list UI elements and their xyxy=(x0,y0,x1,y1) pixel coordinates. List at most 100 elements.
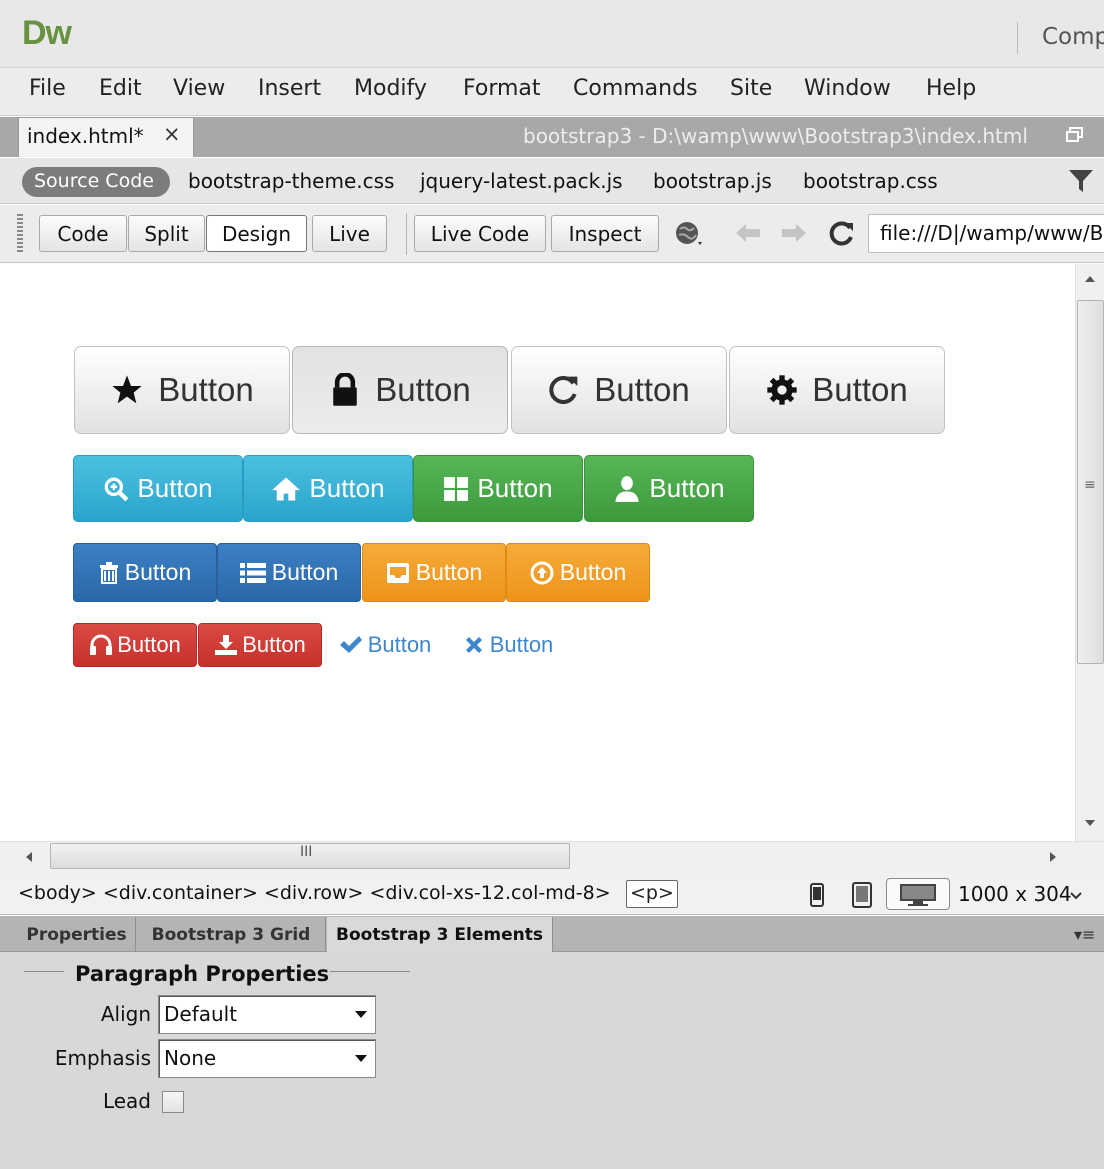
dreamweaver-logo: Dw xyxy=(22,14,72,52)
bootstrap-button-list[interactable]: Button xyxy=(217,543,361,602)
button-label: Button xyxy=(367,632,432,657)
align-select[interactable]: Default xyxy=(158,995,376,1034)
current-tag[interactable]: <p> xyxy=(626,880,678,908)
bootstrap-button-gear[interactable]: Button xyxy=(729,346,945,434)
bootstrap-button-download[interactable]: Button xyxy=(198,623,322,667)
related-file-bootstrap-js[interactable]: bootstrap.js xyxy=(653,169,772,193)
tab-bootstrap-3-elements[interactable]: Bootstrap 3 Elements xyxy=(327,917,553,952)
button-label: Button xyxy=(137,473,213,503)
bootstrap-button-refresh[interactable]: Button xyxy=(511,346,727,434)
viewport-size[interactable]: 1000 x 304 xyxy=(958,882,1072,906)
bootstrap-button-user[interactable]: Button xyxy=(584,455,754,522)
split-view-button[interactable]: Split xyxy=(128,215,205,252)
desktop-size-icon xyxy=(898,883,938,907)
tag-selector[interactable]: <body> <div.container> <div.row> <div.co… xyxy=(18,882,611,904)
menu-commands[interactable]: Commands xyxy=(573,76,698,101)
related-file-bootstrap-css[interactable]: bootstrap.css xyxy=(803,169,938,193)
live-code-button[interactable]: Live Code xyxy=(414,215,546,252)
button-label: Button xyxy=(124,559,192,585)
menu-view[interactable]: View xyxy=(173,76,225,101)
scroll-down-icon[interactable] xyxy=(1084,818,1096,828)
panel-options-icon[interactable]: ▾≡ xyxy=(1074,925,1095,944)
bootstrap-button-inbox[interactable]: Button xyxy=(362,543,506,602)
menu-insert[interactable]: Insert xyxy=(258,76,321,101)
bootstrap-link-button-remove[interactable]: Button xyxy=(455,623,561,667)
address-field-value: file:///D|/wamp/www/Bo xyxy=(880,221,1104,245)
menu-format[interactable]: Format xyxy=(463,76,541,101)
filter-icon[interactable] xyxy=(1068,168,1094,194)
bootstrap-button-lock[interactable]: Button xyxy=(292,346,508,434)
toolbar-divider xyxy=(406,213,407,255)
menu-file[interactable]: File xyxy=(29,76,66,101)
check-icon xyxy=(339,635,363,655)
home-icon xyxy=(271,476,301,502)
button-label: Button xyxy=(158,371,254,408)
remove-icon xyxy=(463,634,485,656)
design-view-button[interactable]: Design xyxy=(206,215,307,252)
back-arrow-icon[interactable] xyxy=(734,222,762,244)
bootstrap-button-headphones[interactable]: Button xyxy=(73,623,197,667)
button-label: Button xyxy=(812,371,908,408)
gear-icon xyxy=(766,374,798,406)
button-label: Button xyxy=(242,632,306,657)
align-label: Align xyxy=(100,1002,151,1026)
chevron-down-icon[interactable] xyxy=(1070,892,1082,900)
button-label: Button xyxy=(415,559,483,585)
live-view-button[interactable]: Live xyxy=(312,215,387,252)
lock-icon xyxy=(329,373,361,407)
lead-label: Lead xyxy=(102,1089,151,1113)
inspect-button[interactable]: Inspect xyxy=(551,215,659,252)
button-label: Button xyxy=(594,371,690,408)
bootstrap-button-upload[interactable]: Button xyxy=(506,543,650,602)
divider xyxy=(24,971,64,972)
menu-site[interactable]: Site xyxy=(730,76,772,101)
tab-properties[interactable]: Properties xyxy=(18,917,136,952)
source-code-label: Source Code xyxy=(34,170,154,192)
menu-help[interactable]: Help xyxy=(926,76,976,101)
restore-window-icon[interactable] xyxy=(1066,127,1084,143)
scroll-grip-icon: III xyxy=(300,844,313,860)
application-bar xyxy=(0,0,1104,68)
bootstrap-button-zoom-in[interactable]: Button xyxy=(73,455,243,522)
close-icon[interactable]: × xyxy=(163,122,181,146)
toolbar-grip[interactable] xyxy=(17,214,23,254)
button-label: Button xyxy=(489,632,554,657)
divider xyxy=(330,971,410,972)
emphasis-label: Emphasis xyxy=(54,1046,151,1070)
refresh-icon[interactable] xyxy=(828,219,856,247)
dropdown-arrow-icon xyxy=(355,1055,367,1062)
workspace-switcher[interactable]: Comp xyxy=(1042,24,1104,50)
document-tab-label: index.html* xyxy=(27,124,144,148)
button-label: Button xyxy=(117,632,181,657)
bootstrap-button-star[interactable]: Button xyxy=(74,346,290,434)
emphasis-select[interactable]: None xyxy=(158,1039,376,1078)
lead-checkbox[interactable] xyxy=(162,1091,184,1113)
upload-circle-icon xyxy=(530,561,554,585)
globe-icon[interactable] xyxy=(674,220,706,248)
bootstrap-button-grid[interactable]: Button xyxy=(413,455,583,522)
bootstrap-link-button-check[interactable]: Button xyxy=(333,623,437,667)
bootstrap-button-home[interactable]: Button xyxy=(243,455,413,522)
menu-window[interactable]: Window xyxy=(804,76,891,101)
user-icon xyxy=(613,475,641,503)
scroll-left-icon[interactable] xyxy=(24,851,34,863)
related-file-jquery-js[interactable]: jquery-latest.pack.js xyxy=(420,169,623,193)
tablet-size-icon[interactable] xyxy=(852,882,872,908)
scroll-right-icon[interactable] xyxy=(1048,851,1058,863)
forward-arrow-icon[interactable] xyxy=(780,222,808,244)
menu-modify[interactable]: Modify xyxy=(354,76,427,101)
grid-icon xyxy=(443,476,469,502)
bootstrap-button-trash[interactable]: Button xyxy=(73,543,217,602)
menu-edit[interactable]: Edit xyxy=(99,76,142,101)
tab-bootstrap-3-grid[interactable]: Bootstrap 3 Grid xyxy=(137,917,326,952)
button-label: Button xyxy=(649,473,725,503)
code-view-button[interactable]: Code xyxy=(39,215,127,252)
headphones-icon xyxy=(89,634,113,656)
download-icon xyxy=(214,634,238,656)
section-title: Paragraph Properties xyxy=(75,962,330,986)
scroll-up-icon[interactable] xyxy=(1084,274,1096,284)
mobile-size-icon[interactable] xyxy=(810,883,824,907)
related-file-bootstrap-theme-css[interactable]: bootstrap-theme.css xyxy=(188,169,394,193)
button-label: Button xyxy=(375,371,471,408)
divider xyxy=(1017,22,1018,54)
